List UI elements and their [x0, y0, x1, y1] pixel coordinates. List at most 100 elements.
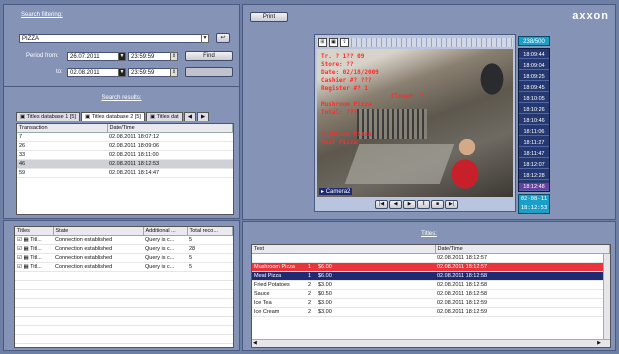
- item-name: Mushroom Pizza: [254, 264, 295, 270]
- to-date-input[interactable]: 02.08.2011: [67, 68, 119, 77]
- table-row[interactable]: 33 02.08.2011 18:11:00: [17, 150, 233, 160]
- column-header[interactable]: Transaction: [17, 124, 108, 133]
- vertical-scrollbar[interactable]: [603, 254, 610, 340]
- export-icon[interactable]: ⇪: [340, 38, 349, 47]
- titles-table: Text Date/Time 02.08.2011 18:12:57 Mushr…: [251, 244, 611, 348]
- column-header[interactable]: Date/Time: [107, 124, 233, 133]
- search-results-panel: Search results: ▣ Titles database 1 [5] …: [3, 86, 240, 219]
- overlay-line: Total: ???: [321, 109, 358, 116]
- checkbox-checked-icon[interactable]: ☑: [17, 264, 22, 270]
- print-button[interactable]: Print: [250, 12, 288, 22]
- cell: 02.08.2011 18:12:59: [435, 298, 610, 308]
- cell[interactable]: ☑ ▦ Titl...: [15, 244, 53, 254]
- table-row[interactable]: Ice Cream 2 $3.00 02.08.2011 18:12:59: [252, 307, 610, 317]
- table-row[interactable]: Ice Tea 2 $3.00 02.08.2011 18:12:59: [252, 298, 610, 308]
- item-qty: 2: [308, 282, 312, 288]
- db-icon: ▦: [23, 255, 29, 261]
- timeline-entry[interactable]: 18:10:26: [519, 106, 549, 114]
- timeline-entry[interactable]: 18:09:45: [519, 84, 549, 92]
- tab-titles-db1[interactable]: ▣ Titles database 1 [5]: [16, 112, 80, 121]
- column-header[interactable]: Text: [252, 245, 436, 254]
- camera-image[interactable]: Tr. ? 1?? 09 Store: ?? Date: 02/18/2009 …: [317, 49, 513, 197]
- horizontal-scrollbar[interactable]: ◀ ▶: [252, 339, 610, 347]
- from-date-input[interactable]: 26.07.2011: [67, 52, 119, 61]
- timeline-entry[interactable]: 18:11:27: [519, 139, 549, 147]
- titles-panel-title: Titles:: [421, 231, 437, 237]
- table-row[interactable]: ☑ ▦ Titl... Connection established Query i…: [15, 253, 233, 263]
- item-name: Fried Potatoes: [254, 282, 290, 288]
- timeline-entry[interactable]: 18:09:04: [519, 62, 549, 70]
- table-row[interactable]: 02.08.2011 18:12:57: [252, 253, 610, 263]
- timeline-list[interactable]: 18:09:44 18:09:04 18:09:25 18:09:45 18:1…: [518, 48, 550, 192]
- timeline-entry[interactable]: 18:09:44: [519, 51, 549, 59]
- to-time-spinner-icon[interactable]: ⇕: [170, 68, 178, 77]
- skip-back-icon[interactable]: |◀: [375, 200, 388, 209]
- table-row-highlight-red[interactable]: Mushroom Pizza 1 $6.00 02.08.2011 18:12:57: [252, 262, 610, 272]
- playback-controls: |◀ ◀ ▶ ‖ ■ ▶|: [375, 200, 458, 209]
- from-time-spinner-icon[interactable]: ⇕: [170, 52, 178, 61]
- column-header[interactable]: Date/Time: [435, 245, 610, 254]
- clear-query-button[interactable]: ↩: [216, 33, 230, 43]
- search-query-input[interactable]: PIZZA: [19, 34, 209, 43]
- table-row-highlight-blue[interactable]: Meat Pizza 1 $6.00 02.08.2011 18:12:58: [252, 271, 610, 281]
- table-row[interactable]: ☑ ▦ Titl... Connection established Query i…: [15, 244, 233, 254]
- overlay-line: Mushroom Pizza: [321, 101, 372, 108]
- search-results-title: Search results:: [101, 95, 142, 101]
- query-dropdown-arrow-icon[interactable]: ▼: [201, 34, 209, 43]
- table-row[interactable]: Fried Potatoes 2 $3.00 02.08.2011 18:12:58: [252, 280, 610, 290]
- timeline-entry[interactable]: 18:10:05: [519, 95, 549, 103]
- column-header[interactable]: Total reco...: [187, 227, 233, 236]
- timeline-entry[interactable]: 18:11:47: [519, 150, 549, 158]
- scroll-left-icon[interactable]: ◀: [253, 340, 257, 346]
- zoom-icon[interactable]: ⊞: [318, 38, 327, 47]
- checkbox-checked-icon[interactable]: ☑: [17, 255, 22, 261]
- tab-scroll-right-icon[interactable]: ▶: [196, 112, 210, 121]
- cell: 46: [17, 159, 107, 169]
- table-row[interactable]: 59 02.08.2011 18:14:47: [17, 168, 233, 178]
- column-header[interactable]: Titles: [15, 227, 54, 236]
- checkbox-checked-icon[interactable]: ☑: [17, 237, 22, 243]
- cell: Query is c...: [143, 253, 187, 263]
- item-name: Ice Cream: [254, 309, 280, 315]
- item-price: $3.00: [318, 282, 332, 288]
- play-icon[interactable]: ▶: [403, 200, 416, 209]
- cell: 02.08.2011 18:12:57: [435, 262, 610, 272]
- timeline-entry[interactable]: 18:11:06: [519, 128, 549, 136]
- scroll-right-icon[interactable]: ▶: [597, 340, 601, 346]
- timeline-entry[interactable]: 18:09:25: [519, 73, 549, 81]
- cell[interactable]: ☑ ▦ Titl...: [15, 235, 53, 245]
- from-date-calendar-icon[interactable]: ▼: [118, 52, 126, 61]
- to-date-calendar-icon[interactable]: ▼: [118, 68, 126, 77]
- timeline-entry[interactable]: 18:12:07: [519, 161, 549, 169]
- table-row[interactable]: 26 02.08.2011 18:09:06: [17, 141, 233, 151]
- cell: 02.08.2011 18:11:00: [107, 150, 233, 160]
- timeline-entry[interactable]: 18:10:46: [519, 117, 549, 125]
- db-icon: ▣: [149, 114, 157, 120]
- snapshot-icon[interactable]: ▣: [329, 38, 338, 47]
- column-header[interactable]: State: [53, 227, 144, 236]
- timeline-entry[interactable]: 18:12:28: [519, 172, 549, 180]
- cell: Meat Pizza 1 $6.00: [252, 271, 435, 281]
- pause-icon[interactable]: ‖: [417, 200, 430, 209]
- cell: Query is c...: [143, 244, 187, 254]
- table-row[interactable]: Sauce 2 $0.50 02.08.2011 18:12:58: [252, 289, 610, 299]
- tab-scroll-left-icon[interactable]: ◀: [183, 112, 196, 121]
- item-name: Meat Pizza: [254, 273, 282, 279]
- column-header[interactable]: Additional ...: [143, 227, 188, 236]
- tab-titles-db2[interactable]: ▣ Titles database 2 [5]: [80, 112, 145, 121]
- cell[interactable]: ☑ ▦ Titl...: [15, 253, 53, 263]
- step-forward-icon[interactable]: ▶|: [445, 200, 458, 209]
- timeline-entry-selected[interactable]: 18:12:48: [519, 183, 549, 191]
- checkbox-checked-icon[interactable]: ☑: [17, 246, 22, 252]
- cell[interactable]: ☑ ▦ Titl...: [15, 262, 53, 272]
- table-row[interactable]: ☑ ▦ Titl... Connection established Query i…: [15, 235, 233, 245]
- table-row[interactable]: 7 02.08.2011 18:07:12: [17, 132, 233, 142]
- table-row-selected[interactable]: 46 02.08.2011 18:12:53: [17, 159, 233, 169]
- table-row[interactable]: ☑ ▦ Titl... Connection established Query i…: [15, 262, 233, 272]
- step-back-icon[interactable]: ◀: [389, 200, 402, 209]
- cell: [252, 253, 435, 263]
- stop-icon[interactable]: ■: [431, 200, 444, 209]
- tab-label: Titles database 1 [5]: [26, 114, 76, 120]
- tab-titles-db3[interactable]: ▣ Titles dat: [145, 112, 183, 121]
- find-button[interactable]: Find: [185, 51, 233, 61]
